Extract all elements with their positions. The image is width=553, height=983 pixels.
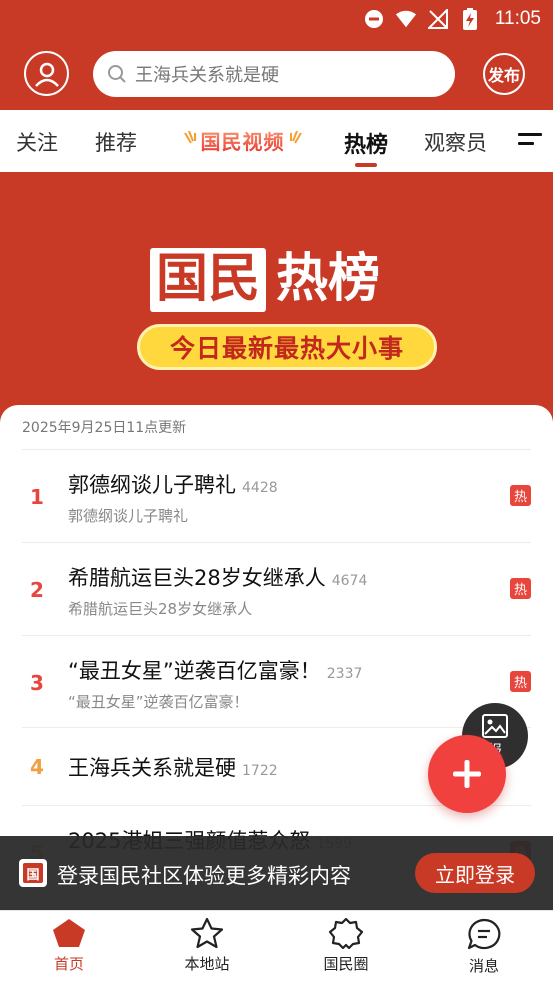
clock-time: 11:05	[494, 8, 541, 29]
do-not-disturb-icon	[363, 8, 385, 30]
no-signal-icon	[427, 8, 449, 30]
nav-local-label: 本地站	[184, 955, 230, 973]
login-button[interactable]: 立即登录	[415, 853, 535, 893]
publish-button[interactable]: 发布	[483, 53, 525, 95]
nav-messages[interactable]: 消息	[444, 917, 524, 976]
item-title: 郭德纲谈儿子聘礼 4428	[68, 473, 278, 497]
nav-messages-label: 消息	[468, 957, 499, 975]
tab-recommend[interactable]: 推荐	[95, 127, 137, 157]
hot-list-banner: 国民 热榜 今日最新最热大小事	[0, 172, 553, 422]
plus-icon	[453, 760, 481, 788]
banner-logo-box: 国民	[150, 248, 267, 312]
rank-number: 1	[30, 485, 44, 509]
search-icon	[108, 65, 126, 83]
item-count: 2337	[326, 666, 363, 682]
item-subtitle: “最丑女星”逆袭百亿富豪！	[68, 693, 249, 711]
wifi-icon	[395, 8, 417, 30]
star-icon	[190, 917, 224, 949]
item-count: 4674	[331, 573, 368, 589]
nav-home-label: 首页	[53, 955, 84, 973]
tab-national-video-label: 国民视频	[201, 126, 285, 155]
login-message: 登录国民社区体验更多精彩内容	[57, 864, 351, 888]
item-subtitle: 希腊航运巨头28岁女继承人	[68, 600, 253, 618]
tab-observer[interactable]: 观察员	[424, 127, 487, 157]
banner-logo-hot: 热榜	[276, 249, 381, 309]
nav-home[interactable]: 首页	[29, 917, 109, 974]
nav-circle-label: 国民圈	[323, 955, 369, 973]
status-bar: 11:05	[0, 0, 553, 38]
rank-number: 3	[30, 671, 44, 695]
item-title: 希腊航运巨头28岁女继承人 4674	[68, 566, 368, 590]
tab-national-video[interactable]: 国民视频	[170, 120, 315, 160]
sparkle-right-icon	[289, 131, 302, 144]
search-placeholder: 王海兵关系就是硬	[135, 65, 279, 86]
image-icon	[482, 713, 508, 738]
item-title: “最丑女星”逆袭百亿富豪！ 2337	[68, 659, 363, 683]
list-item[interactable]: 1 郭德纲谈儿子聘礼 4428 郭德纲谈儿子聘礼 热	[0, 449, 553, 542]
item-count: 4428	[242, 480, 278, 496]
hot-badge: 热	[510, 578, 531, 599]
user-avatar-icon[interactable]	[24, 51, 69, 96]
battery-charging-icon	[459, 8, 481, 30]
tab-follow[interactable]: 关注	[16, 127, 58, 157]
nav-local[interactable]: 本地站	[167, 917, 247, 974]
item-subtitle: 郭德纲谈儿子聘礼	[68, 507, 189, 525]
sparkle-left-icon	[183, 131, 196, 144]
app-header: 11:05 王海兵关系就是硬 发布	[0, 0, 553, 110]
app-logo-char: 国	[23, 863, 43, 883]
hot-badge: 热	[510, 485, 531, 506]
list-item[interactable]: 2 希腊航运巨头28岁女继承人 4674 希腊航运巨头28岁女继承人 热	[0, 542, 553, 635]
rank-number: 4	[30, 755, 44, 779]
chat-bubble-icon	[467, 918, 501, 950]
nav-circle[interactable]: 国民圈	[306, 917, 386, 974]
app-logo-icon: 国	[19, 859, 47, 887]
tab-hot-list[interactable]: 热榜	[344, 127, 388, 167]
item-count: 1722	[242, 763, 278, 779]
rank-number: 2	[30, 578, 44, 602]
update-time: 2025年9月25日11点更新	[22, 420, 187, 436]
home-pentagon-icon	[53, 919, 85, 947]
channel-menu-icon[interactable]	[518, 133, 542, 151]
badge-icon	[328, 917, 364, 949]
search-input[interactable]: 王海兵关系就是硬	[93, 51, 455, 97]
item-title: 王海兵关系就是硬 1722	[68, 756, 278, 780]
login-prompt-bar: 国 登录国民社区体验更多精彩内容 立即登录	[0, 836, 553, 910]
bottom-nav: 首页 本地站 国民圈 消息	[0, 910, 553, 983]
banner-tagline: 今日最新最热大小事	[137, 324, 437, 370]
add-post-button[interactable]	[428, 735, 506, 813]
banner-logo: 国民 热榜	[150, 248, 380, 312]
hot-badge: 热	[510, 671, 531, 692]
